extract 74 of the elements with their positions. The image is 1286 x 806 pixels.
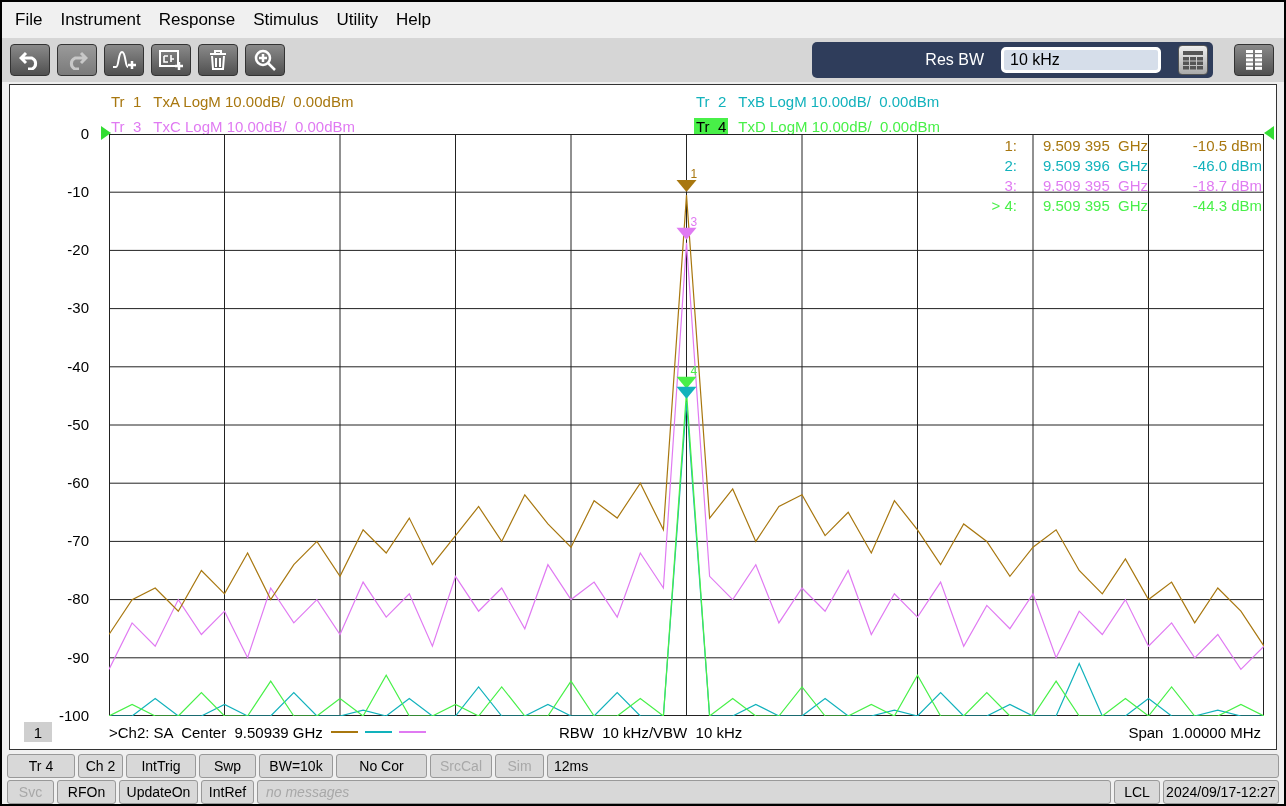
menu-icon — [1245, 48, 1263, 71]
add-window-icon — [158, 48, 184, 71]
axis-label: -80 — [67, 591, 89, 608]
marker-frequency: 9.509 395 GHz — [1042, 135, 1150, 156]
marker-number: 2: — [1003, 155, 1017, 176]
value-field[interactable]: 10 kHz — [1001, 46, 1161, 73]
keypad-button[interactable] — [1178, 44, 1208, 75]
marker-number: 1: — [1003, 135, 1017, 156]
reference-arrow-icon — [101, 125, 111, 140]
marker-icon[interactable] — [676, 179, 697, 192]
marker-label: 1 — [690, 166, 698, 181]
axis-label: -10 — [67, 183, 89, 200]
status-button[interactable]: UpdateOn — [119, 780, 198, 804]
entry-label: Res BW — [925, 50, 984, 69]
trash-icon — [208, 48, 228, 71]
span-text: Span 1.00000 MHz — [1128, 723, 1261, 741]
axis-label: -30 — [67, 300, 89, 317]
trace-description: TxB LogM 10.00dB/ 0.00dBm — [738, 92, 940, 110]
marker-value: -46.0 dBm — [1191, 155, 1262, 176]
remote-status: LCL — [1114, 780, 1160, 804]
marker-frequency: 9.509 396 GHz — [1042, 155, 1150, 176]
center-frequency: >Ch2: SA Center 9.50939 GHz — [109, 723, 323, 741]
status-button[interactable]: Swp — [199, 754, 256, 778]
zoom-in-icon — [253, 47, 277, 72]
add-trace-button[interactable] — [104, 43, 144, 76]
marker-frequency: 9.509 395 GHz — [1042, 175, 1150, 196]
marker-number: > 4: — [990, 195, 1017, 216]
menu-item[interactable]: Stimulus — [244, 9, 328, 30]
marker-value: -10.5 dBm — [1191, 135, 1262, 156]
keypad-icon — [1182, 49, 1204, 70]
marker-icon[interactable] — [676, 386, 697, 399]
status-button[interactable]: Tr 4 — [7, 754, 75, 778]
trace-tag[interactable]: Tr 4 — [694, 117, 729, 135]
add-channel-button[interactable] — [151, 43, 191, 76]
marker-value: -18.7 dBm — [1191, 175, 1262, 196]
axis-label: -70 — [67, 533, 89, 550]
add-trace-icon — [111, 48, 137, 71]
menu-item[interactable]: File — [6, 9, 52, 30]
axis-label: -50 — [67, 416, 89, 433]
undo-button[interactable] — [10, 43, 50, 76]
status-button[interactable]: RFOn — [57, 780, 116, 804]
marker-frequency: 9.509 395 GHz — [1042, 195, 1150, 216]
trace-tag[interactable]: Tr 1 — [109, 92, 144, 110]
menu-item[interactable]: Utility — [327, 9, 388, 30]
zoom-button[interactable] — [245, 43, 285, 76]
axis-label: -60 — [67, 474, 89, 491]
marker-value: -44.3 dBm — [1191, 195, 1262, 216]
trace-description: TxC LogM 10.00dB/ 0.00dBm — [153, 117, 356, 135]
marker-label: 3 — [690, 214, 698, 229]
axis-label: -90 — [67, 649, 89, 666]
channel-number: 1 — [24, 722, 52, 743]
trace-description: TxD LogM 10.00dB/ 0.00dBm — [738, 117, 941, 135]
bandwidth-text: RBW 10 kHz/VBW 10 kHz — [558, 723, 743, 741]
status-button[interactable]: IntRef — [201, 780, 254, 804]
axis-label: -40 — [67, 358, 89, 375]
delete-button[interactable] — [198, 43, 238, 76]
menu-item[interactable]: Help — [387, 9, 440, 30]
reference-arrow-icon — [1264, 125, 1274, 140]
status-button[interactable]: No Cor — [336, 754, 427, 778]
status-button[interactable]: Ch 2 — [78, 754, 123, 778]
axis-label: -100 — [58, 707, 89, 724]
marker-icon[interactable] — [676, 227, 697, 240]
sweep-time: 12ms — [547, 754, 1279, 778]
axis-label: -20 — [67, 242, 89, 259]
trace-description: TxA LogM 10.00dB/ 0.00dBm — [153, 92, 354, 110]
status-button[interactable]: IntTrig — [126, 754, 196, 778]
marker-icon[interactable] — [676, 376, 697, 389]
marker-number: 3: — [1003, 175, 1017, 196]
axis-label: 0 — [80, 125, 89, 142]
date-time: 2024/09/17-12:27 — [1163, 780, 1279, 804]
menu-item[interactable]: Instrument — [51, 9, 150, 30]
menu-item[interactable]: Response — [149, 9, 245, 30]
status-button[interactable]: BW=10k — [259, 754, 333, 778]
menu-button[interactable] — [1234, 43, 1274, 76]
